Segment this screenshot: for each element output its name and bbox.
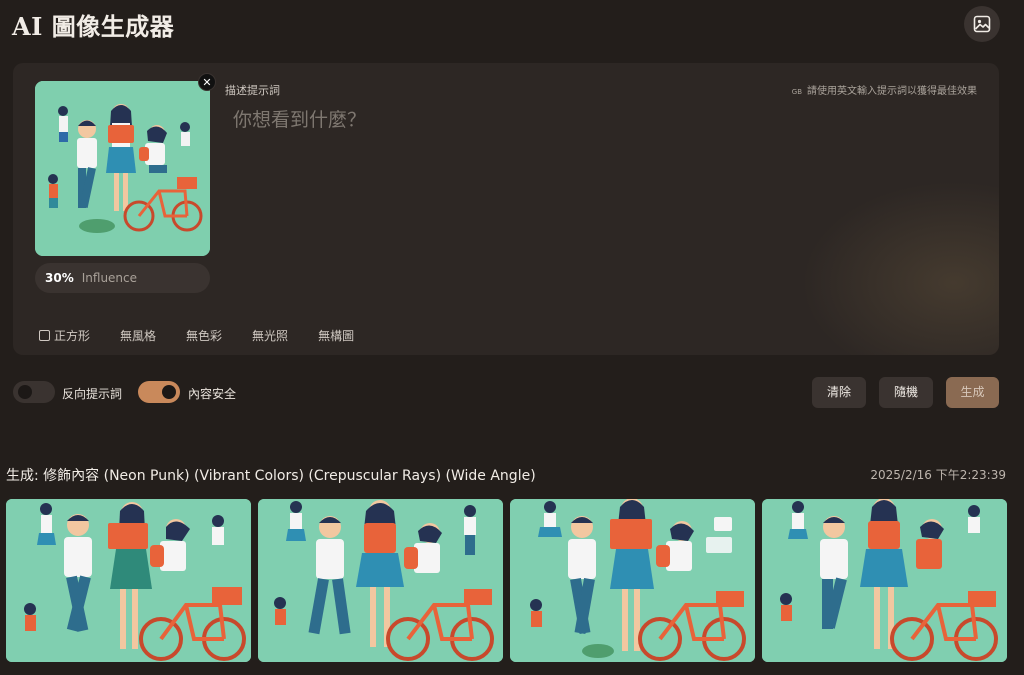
generated-illustration [510,499,755,662]
prompt-label: 描述提示詞 [225,84,280,97]
option-square[interactable]: 正方形 [39,327,90,344]
language-hint: GB 請使用英文輸入提示詞以獲得最佳效果 [792,82,977,97]
content-safety-label: 內容安全 [188,387,237,401]
generated-image-3[interactable] [510,499,755,662]
toggle-knob [162,385,176,399]
content-safety-toggle[interactable] [138,381,180,403]
reference-illustration [35,81,210,256]
generated-illustration [762,499,1007,662]
prompt-panel: ✕ 30% Influence 描述提示詞 GB 請使用英文輸入提示詞以獲得最佳效果… [13,63,999,355]
generation-timestamp: 2025/2/16 下午2:23:39 [870,468,1006,482]
generated-illustration [258,499,503,662]
image-icon [973,15,991,33]
influence-value: 30% [45,271,74,285]
random-button[interactable]: 隨機 [879,377,933,408]
hint-text: 請使用英文輸入提示詞以獲得最佳效果 [807,86,977,97]
negative-prompt-label: 反向提示詞 [62,387,123,401]
toggle-knob [18,385,32,399]
negative-prompt-toggle[interactable] [13,381,55,403]
generated-illustration [6,499,251,662]
generation-title: 生成: 修飾內容 (Neon Punk) (Vibrant Colors) (C… [6,468,536,484]
option-no-style[interactable]: 無風格 [120,327,156,344]
app-header: AI 圖像生成器 [0,0,1024,50]
reference-image[interactable] [35,81,210,256]
close-icon: ✕ [202,76,212,89]
panel-glow [789,173,999,355]
remove-image-button[interactable]: ✕ [198,73,216,91]
option-no-color[interactable]: 無色彩 [186,327,222,344]
influence-label: Influence [81,271,138,285]
page-title: AI 圖像生成器 [12,12,175,41]
hint-badge: GB [791,88,802,96]
option-no-composition[interactable]: 無構圖 [318,327,354,344]
checkbox-icon[interactable] [39,330,50,341]
influence-slider[interactable]: 30% Influence [35,263,210,293]
clear-button[interactable]: 清除 [812,377,866,408]
option-no-lighting[interactable]: 無光照 [252,327,288,344]
style-options: 正方形 無風格 無色彩 無光照 無構圖 [39,327,384,344]
generated-image-2[interactable] [258,499,503,662]
option-label: 正方形 [54,329,91,343]
generated-image-4[interactable] [762,499,1007,662]
image-upload-button[interactable] [964,6,1000,42]
prompt-input[interactable]: 你想看到什麼？ [233,105,366,132]
generate-button[interactable]: 生成 [946,377,999,408]
generated-image-1[interactable] [6,499,251,662]
